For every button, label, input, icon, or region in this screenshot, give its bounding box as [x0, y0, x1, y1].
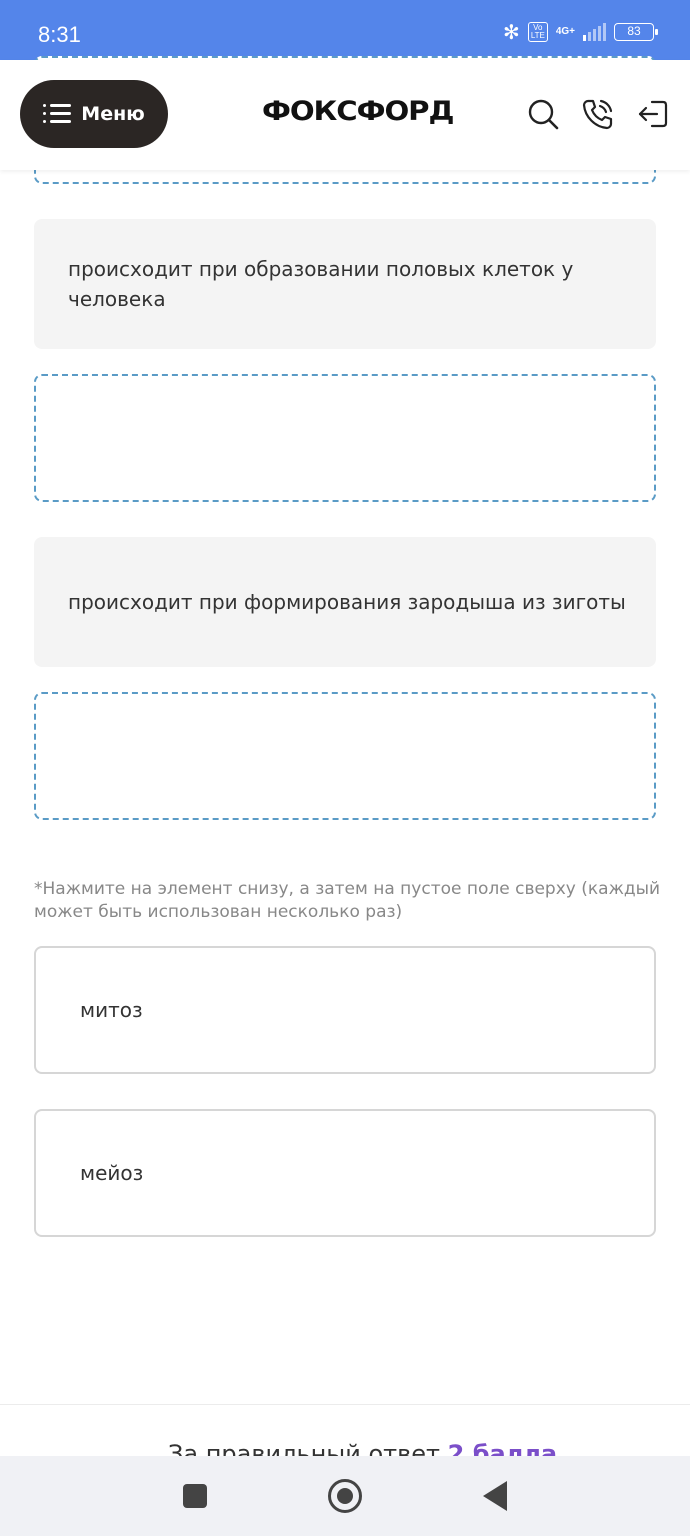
answer-option-label: мейоз [80, 1161, 144, 1185]
signal-icon [583, 23, 606, 41]
answer-option-label: митоз [80, 998, 143, 1022]
menu-button[interactable]: Меню [20, 80, 168, 148]
network-type: 4G+ [555, 26, 575, 37]
prompt-text: происходит при образовании половых клето… [68, 257, 574, 311]
status-bar: 8:31 ✻ Vo LTE 4G+ 83 [0, 0, 690, 60]
system-nav-bar [0, 1456, 690, 1536]
volte-icon: Vo LTE [527, 22, 548, 42]
menu-icon [43, 104, 72, 124]
recents-icon[interactable] [183, 1484, 207, 1508]
battery-icon: 83 [614, 23, 658, 41]
prompt-text: происходит при формирования зародыша из … [68, 590, 626, 614]
status-time: 8:31 [38, 22, 81, 47]
divider [0, 1404, 690, 1405]
back-icon[interactable] [483, 1481, 507, 1511]
bluetooth-icon: ✻ [503, 20, 520, 44]
drop-zone[interactable] [34, 692, 656, 820]
menu-label: Меню [81, 103, 145, 125]
answer-option[interactable]: мейоз [34, 1109, 656, 1237]
app-header: Меню ФОКСФОРД [0, 60, 690, 170]
login-icon[interactable] [636, 97, 670, 131]
status-icons: ✻ Vo LTE 4G+ 83 [503, 20, 658, 44]
instruction-hint: *Нажмите на элемент снизу, а затем на пу… [34, 879, 661, 922]
prompt-card: происходит при образовании половых клето… [34, 219, 656, 349]
foxford-logo[interactable]: ФОКСФОРД [262, 96, 454, 127]
search-icon[interactable] [526, 97, 560, 131]
answer-option[interactable]: митоз [34, 946, 656, 1074]
phone-icon[interactable] [581, 97, 615, 131]
prompt-card: происходит при формирования зародыша из … [34, 537, 656, 667]
home-icon[interactable] [328, 1479, 362, 1513]
drop-zone[interactable] [34, 374, 656, 502]
